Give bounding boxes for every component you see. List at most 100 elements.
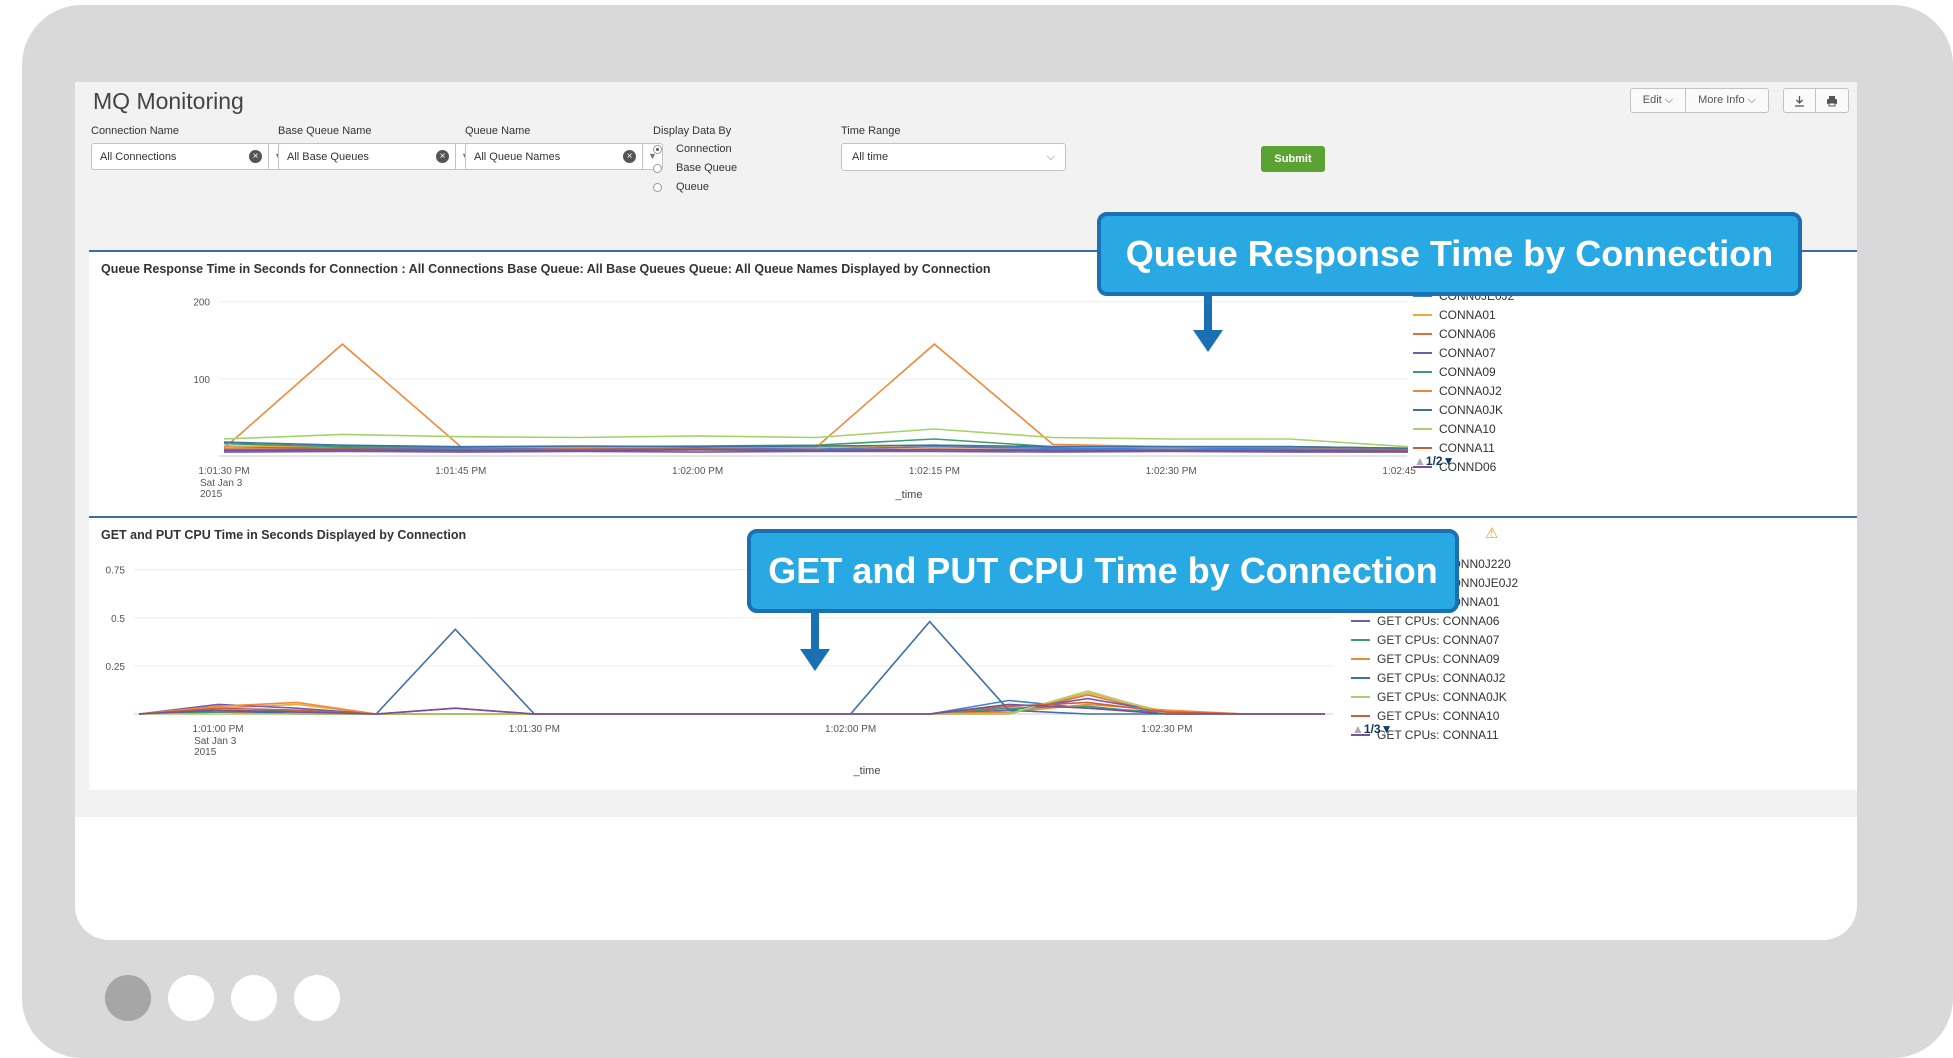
legend-pager[interactable]: ▲1/3▼ — [1352, 722, 1392, 736]
legend-swatch — [1413, 313, 1432, 316]
x-axis-label: _time — [895, 489, 923, 501]
more-info-button[interactable]: More Info ⌵ — [1686, 88, 1769, 113]
pager-down-icon[interactable]: ▼ — [1443, 454, 1455, 468]
legend-swatch — [1413, 446, 1432, 449]
legend-swatch — [1413, 427, 1432, 430]
print-icon[interactable] — [1816, 88, 1849, 113]
legend-label: GET CPUs: CONNA0J2 — [1377, 670, 1506, 685]
slide-indicator — [105, 975, 340, 1021]
legend-swatch — [1351, 657, 1370, 660]
legend-item[interactable]: CONNA09 — [1413, 362, 1514, 381]
pager-up-icon[interactable]: ▲ — [1352, 722, 1364, 736]
series-line — [138, 620, 1325, 715]
toolbar: Edit ⌵ More Info ⌵ — [1629, 88, 1849, 113]
x-tick-label: 1:02:30 PM — [1146, 466, 1197, 477]
radio-queue[interactable]: Queue — [653, 181, 737, 193]
legend-item[interactable]: GET CPUs: CONNA09 — [1351, 649, 1518, 668]
queue-select[interactable]: All Queue Names × ▼ — [465, 143, 663, 170]
radio-label: Queue — [676, 181, 710, 193]
pager-up-icon[interactable]: ▲ — [1414, 454, 1426, 468]
legend-item[interactable]: CONNA0JK — [1413, 400, 1514, 419]
x-axis-label: _time — [853, 765, 881, 777]
chart-legend: CONN0JE0J2CONNA01CONNA06CONNA07CONNA09CO… — [1413, 286, 1514, 476]
x-tick-label: 1:01:45 PM — [435, 466, 486, 477]
queue-filter: Queue Name All Queue Names × ▼ — [465, 125, 663, 170]
dashboard: MQ Monitoring Edit ⌵ More Info ⌵ Connect… — [75, 82, 1857, 817]
submit-button[interactable]: Submit — [1261, 146, 1325, 172]
connection-select[interactable]: All Connections × ▼ — [91, 143, 289, 170]
series-line — [223, 428, 1409, 448]
callout-cpu-time: GET and PUT CPU Time by Connection — [747, 529, 1459, 613]
queue-value: All Queue Names — [474, 150, 561, 163]
connection-label: Connection Name — [91, 125, 180, 137]
display-by-label: Display Data By — [653, 125, 732, 137]
legend-label: CONNA10 — [1439, 421, 1496, 436]
legend-label: CONNA01 — [1439, 307, 1496, 322]
x-tick-label: 1:01:00 PM — [192, 724, 243, 735]
legend-label: GET CPUs: CONNA06 — [1377, 613, 1500, 628]
x-tick-label: 1:02:00 PM — [672, 466, 723, 477]
pager-value: 1/2 — [1425, 454, 1443, 468]
slide-dot[interactable] — [294, 975, 340, 1021]
y-tick-label: 0.25 — [106, 662, 126, 673]
export-group — [1783, 88, 1849, 113]
clear-icon[interactable]: × — [436, 150, 449, 163]
time-range-label: Time Range — [841, 125, 901, 137]
warning-icon[interactable]: ⚠ — [1485, 524, 1498, 542]
legend-swatch — [1351, 638, 1370, 641]
download-icon[interactable] — [1783, 88, 1816, 113]
clear-icon[interactable]: × — [623, 150, 636, 163]
legend-label: CONNA06 — [1439, 326, 1496, 341]
x-tick-sublabel: 2015 — [194, 747, 217, 758]
legend-label: GET CPUs: CONNA11 — [1377, 727, 1499, 742]
legend-item[interactable]: CONNA01 — [1413, 305, 1514, 324]
clear-icon[interactable]: × — [249, 150, 262, 163]
legend-swatch — [1351, 695, 1370, 698]
legend-item[interactable]: CONNA06 — [1413, 324, 1514, 343]
x-tick-label: 1:02:30 PM — [1141, 724, 1192, 735]
pager-down-icon[interactable]: ▼ — [1381, 722, 1393, 736]
series-line — [223, 450, 1408, 453]
base-queue-filter: Base Queue Name All Base Queues × ▼ — [278, 125, 476, 170]
radio-base-queue[interactable]: Base Queue — [653, 162, 737, 174]
base-queue-select[interactable]: All Base Queues × ▼ — [278, 143, 476, 170]
slide-dot[interactable] — [105, 975, 151, 1021]
legend-label: CONNA07 — [1439, 345, 1496, 360]
legend-item[interactable]: CONNA07 — [1413, 343, 1514, 362]
panel-title: GET and PUT CPU Time in Seconds Displaye… — [101, 528, 467, 542]
slide-dot[interactable] — [231, 975, 277, 1021]
legend-label: GET CPUs: CONNA0JK — [1377, 689, 1507, 704]
legend-item[interactable]: GET CPUs: CONNA0JK — [1351, 687, 1518, 706]
legend-swatch — [1351, 714, 1370, 717]
queue-label: Queue Name — [465, 125, 531, 137]
slide-dot[interactable] — [168, 975, 214, 1021]
radio-dot[interactable] — [653, 163, 662, 173]
edit-more-group: Edit ⌵ More Info ⌵ — [1629, 88, 1769, 113]
legend-label: CONNA0JK — [1439, 402, 1504, 417]
time-range-value: All time — [852, 151, 889, 163]
radio-dot[interactable] — [653, 144, 662, 154]
legend-item[interactable]: CONNA0J2 — [1413, 381, 1514, 400]
legend-label: CONNA11 — [1439, 440, 1495, 455]
x-tick-sublabel: Sat Jan 3 — [194, 736, 237, 747]
legend-swatch — [1413, 332, 1432, 335]
connection-filter: Connection Name All Connections × ▼ — [91, 125, 289, 170]
legend-label: CONNA09 — [1439, 364, 1496, 379]
chevron-down-icon[interactable]: ⌵ — [1047, 151, 1055, 164]
legend-item[interactable]: GET CPUs: CONNA06 — [1351, 611, 1518, 630]
radio-connection[interactable]: Connection — [653, 143, 737, 155]
base-queue-value: All Base Queues — [287, 150, 369, 163]
y-tick-label: 100 — [193, 375, 210, 386]
x-tick-label: 1:01:30 PM — [198, 466, 249, 477]
display-by-filter: Display Data By Connection Base Queue Qu… — [653, 125, 737, 200]
legend-item[interactable]: CONNA10 — [1413, 419, 1514, 438]
legend-item[interactable]: GET CPUs: CONNA0J2 — [1351, 668, 1518, 687]
base-queue-label: Base Queue Name — [278, 125, 372, 137]
edit-button[interactable]: Edit ⌵ — [1629, 88, 1687, 113]
legend-item[interactable]: GET CPUs: CONNA07 — [1351, 630, 1518, 649]
radio-dot[interactable] — [653, 182, 662, 192]
x-tick-label: 1:01:30 PM — [509, 724, 560, 735]
time-range-select[interactable]: All time ⌵ — [841, 143, 1066, 171]
legend-pager[interactable]: ▲1/2▼ — [1414, 454, 1454, 468]
panel-title: Queue Response Time in Seconds for Conne… — [101, 262, 991, 276]
